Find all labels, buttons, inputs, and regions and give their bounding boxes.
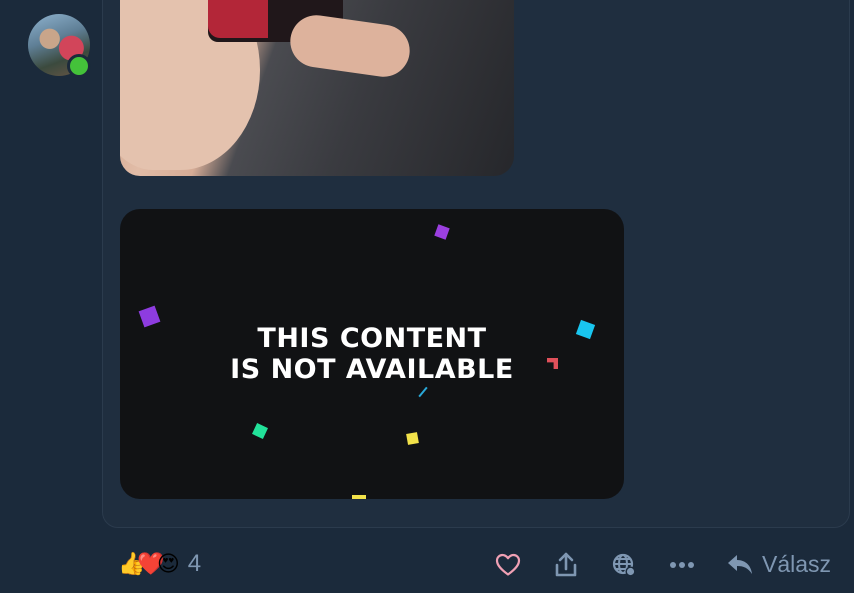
more-icon: [670, 562, 694, 568]
more-options-button[interactable]: [667, 550, 697, 580]
content-unavailable-message: THIS CONTENT IS NOT AVAILABLE: [230, 323, 514, 385]
confetti-icon: [406, 432, 419, 445]
heart-eyes-icon: 😍: [156, 551, 180, 576]
reply-label: Válasz: [762, 550, 832, 577]
post-photo[interactable]: [120, 0, 514, 176]
reply-button[interactable]: Válasz: [726, 549, 831, 579]
confetti-icon: [352, 495, 366, 499]
translate-button[interactable]: [609, 550, 639, 580]
confetti-icon: [252, 423, 268, 439]
share-icon: [555, 552, 577, 577]
confetti-icon: [418, 386, 428, 398]
confetti-icon: [434, 224, 450, 240]
reaction-count: 4: [187, 550, 202, 577]
reply-icon: [728, 555, 752, 574]
heart-icon: [495, 553, 521, 576]
share-button[interactable]: [551, 550, 581, 580]
reactions-summary[interactable]: 👍 ❤️ 😍 4: [118, 549, 201, 579]
unavailable-media[interactable]: THIS CONTENT IS NOT AVAILABLE: [120, 209, 624, 499]
globe-icon: [612, 553, 636, 577]
content-unavailable-text: THIS CONTENT IS NOT AVAILABLE: [120, 323, 624, 385]
page: THIS CONTENT IS NOT AVAILABLE 👍 ❤️ 😍 4 V…: [0, 0, 854, 593]
like-button[interactable]: [493, 550, 523, 580]
online-status-dot: [67, 54, 91, 78]
post-action-bar: 👍 ❤️ 😍 4 Válasz: [0, 540, 854, 590]
